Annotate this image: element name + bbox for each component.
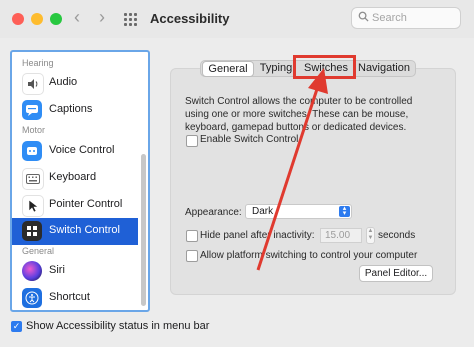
speaker-icon xyxy=(22,73,44,95)
appearance-label: Appearance: xyxy=(185,207,242,218)
show-status-checkbox[interactable]: ✓ xyxy=(11,321,22,332)
show-status-label: Show Accessibility status in menu bar xyxy=(26,320,210,332)
section-general: General xyxy=(22,246,55,256)
minimize-window-button[interactable] xyxy=(31,13,43,25)
close-window-button[interactable] xyxy=(12,13,24,25)
seconds-label: seconds xyxy=(378,230,416,241)
sidebar-item-voice-control[interactable]: Voice Control xyxy=(12,138,138,164)
sidebar[interactable]: Hearing Audio Captions Motor Voice Contr… xyxy=(10,50,150,312)
accessibility-shortcut-icon xyxy=(22,288,42,308)
sidebar-item-label: Keyboard xyxy=(49,171,97,183)
sidebar-item-label: Voice Control xyxy=(49,144,115,156)
voice-control-icon xyxy=(22,141,42,161)
search-icon xyxy=(358,11,369,22)
section-motor: Motor xyxy=(22,125,46,135)
sidebar-item-pointer-control[interactable]: Pointer Control xyxy=(12,192,138,218)
platform-switching-checkbox[interactable] xyxy=(186,250,198,262)
sidebar-item-siri[interactable]: Siri xyxy=(12,258,138,284)
switch-control-icon xyxy=(22,221,42,241)
sidebar-item-keyboard[interactable]: Keyboard xyxy=(12,165,138,191)
sidebar-item-label: Pointer Control xyxy=(49,198,123,210)
sidebar-item-switch-control[interactable]: Switch Control xyxy=(12,218,138,245)
search-field[interactable]: Search xyxy=(351,7,461,29)
enable-switch-control-checkbox[interactable] xyxy=(186,135,198,147)
zoom-window-button[interactable] xyxy=(50,13,62,25)
sidebar-item-label: Shortcut xyxy=(49,291,90,303)
sidebar-scrollbar[interactable] xyxy=(141,154,146,306)
search-placeholder: Search xyxy=(372,12,407,24)
sidebar-item-captions[interactable]: Captions xyxy=(12,97,138,123)
sidebar-item-label: Captions xyxy=(49,103,93,115)
captions-icon xyxy=(22,100,42,120)
panel-editor-button[interactable]: Panel Editor... xyxy=(359,265,433,282)
seconds-stepper[interactable]: ▲ ▼ xyxy=(366,227,375,244)
back-icon[interactable]: ‹ xyxy=(70,7,84,28)
pointer-icon xyxy=(22,195,44,217)
forward-icon[interactable]: › xyxy=(95,7,109,28)
section-hearing: Hearing xyxy=(22,58,54,68)
tab-navigation[interactable]: Navigation xyxy=(356,61,412,75)
annotation-arrow-icon xyxy=(256,68,328,271)
show-all-grid-icon[interactable] xyxy=(124,13,138,26)
sidebar-item-audio[interactable]: Audio xyxy=(12,70,138,96)
sidebar-item-label: Audio xyxy=(49,76,78,88)
keyboard-icon xyxy=(22,168,44,190)
window-title: Accessibility xyxy=(150,11,230,26)
sidebar-item-shortcut[interactable]: Shortcut xyxy=(12,285,138,310)
siri-icon xyxy=(22,261,42,281)
sidebar-item-label: Switch Control xyxy=(49,224,120,236)
hide-panel-checkbox[interactable] xyxy=(186,230,198,242)
sidebar-item-label: Siri xyxy=(49,264,65,276)
